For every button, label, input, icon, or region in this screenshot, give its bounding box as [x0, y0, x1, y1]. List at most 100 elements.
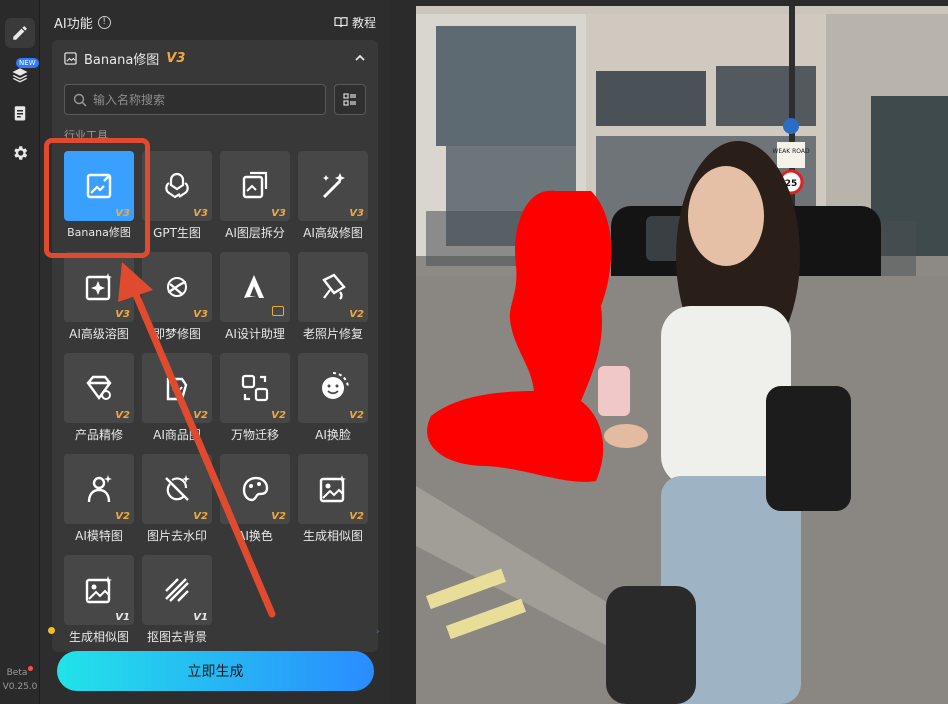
search-row [64, 84, 366, 115]
beta-dot [28, 666, 34, 671]
banana-section: Banana修图 V3 行业工具 V3Banana修图V3GPT生图V3AI图层… [52, 40, 378, 652]
gpt-knot-icon [165, 172, 189, 199]
image-canvas[interactable]: WEAK ROAD 25 [416, 6, 948, 704]
tool-item[interactable]: V3 AI高级溶图 [64, 252, 134, 348]
tutorial-link[interactable]: 教程 [334, 14, 376, 31]
panel-header: AI功能 ! 教程 [54, 12, 376, 32]
tool-tile[interactable]: V3 [142, 252, 212, 322]
app-window: NEW Beta V0.25.0 AI功能 ! 教程 Banana修图 V3 输… [0, 0, 948, 704]
tool-label: 图片去水印 [146, 529, 207, 543]
tool-label: 万物迁移 [230, 428, 279, 442]
tool-tile[interactable]: V2 [142, 454, 212, 524]
version-badge: V2 [115, 511, 130, 522]
settings-button[interactable] [5, 138, 35, 168]
panel-divider [390, 0, 416, 704]
new-badge: NEW [16, 58, 39, 68]
section-title-text: Banana修图 [84, 52, 160, 68]
gear-icon [14, 146, 28, 160]
tool-item[interactable]: V2 AI商品图 [142, 353, 212, 449]
tool-tile[interactable] [220, 252, 290, 322]
tool-tile[interactable]: V1 [64, 555, 134, 625]
history-button[interactable] [5, 98, 35, 128]
version-badge: V3 [193, 208, 208, 219]
tool-item[interactable]: V2 AI换色 [220, 454, 290, 550]
model-icon [87, 475, 112, 503]
scroll-indicator: › [376, 627, 380, 637]
magic-wand-icon [322, 173, 345, 199]
tool-tile[interactable]: V3 [220, 151, 290, 221]
generate-button[interactable]: 立即生成 [57, 651, 374, 691]
crown-icon [272, 306, 284, 316]
tool-item[interactable]: V1 生成相似图 [64, 555, 134, 651]
version-badge: V2 [193, 410, 208, 421]
version-badge: V2 [349, 511, 364, 522]
tool-item[interactable]: V2 老照片修复 [298, 252, 368, 348]
tool-label: AI高级修图 [303, 226, 363, 240]
tool-tile[interactable]: V3 [298, 151, 368, 221]
transfer-icon [241, 374, 269, 402]
tool-item[interactable]: V2 AI换脸 [298, 353, 368, 449]
panel-title-text: AI功能 [54, 16, 93, 32]
version-badge: V2 [271, 511, 286, 522]
tool-tile[interactable]: V1 [142, 555, 212, 625]
tool-tile[interactable]: V3 [64, 252, 134, 322]
version-badge: V3 [193, 309, 208, 320]
tool-tile[interactable]: V2 [298, 353, 368, 423]
tool-label: AI换色 [237, 529, 273, 543]
list-view-button[interactable] [334, 84, 366, 115]
tool-item[interactable]: V2 AI模特图 [64, 454, 134, 550]
tool-item[interactable]: V1 抠图去背景 [142, 555, 212, 651]
tool-tile[interactable]: V2 [142, 353, 212, 423]
tool-item[interactable]: V3 AI图层拆分 [220, 151, 290, 247]
left-rail: NEW Beta V0.25.0 [0, 0, 40, 704]
layer-split-icon [242, 171, 268, 199]
section-header[interactable]: Banana修图 V3 [52, 40, 378, 76]
version-badge: V2 [193, 511, 208, 522]
tool-label: AI商品图 [153, 428, 201, 442]
tool-label: 生成相似图 [302, 529, 363, 543]
search-input[interactable] [93, 92, 313, 107]
tool-label: AI图层拆分 [225, 226, 285, 240]
info-icon[interactable]: ! [97, 15, 111, 29]
search-box[interactable] [64, 84, 326, 115]
similar-image-icon [85, 576, 112, 604]
version-badge: V2 [271, 410, 286, 421]
tool-tile[interactable]: V2 [298, 454, 368, 524]
remove-bg-icon [165, 578, 189, 602]
tool-label: AI设计助理 [225, 327, 285, 341]
recolor-icon [242, 476, 269, 502]
tool-label: 产品精修 [74, 428, 123, 442]
tool-item[interactable]: V2 万物迁移 [220, 353, 290, 449]
tool-item[interactable]: V2 生成相似图 [298, 454, 368, 550]
tool-item[interactable]: V2 产品精修 [64, 353, 134, 449]
tool-item[interactable]: V2 图片去水印 [142, 454, 212, 550]
beta-text: Beta [6, 668, 28, 678]
tool-tile[interactable]: V2 [298, 252, 368, 322]
section-version-badge: V3 [166, 50, 186, 66]
tool-label: 抠图去背景 [146, 630, 207, 644]
street-photo: WEAK ROAD 25 [416, 6, 948, 704]
panel-title: AI功能 ! [54, 13, 111, 32]
version-badge: V3 [349, 208, 364, 219]
edit-pen-button[interactable] [5, 18, 35, 48]
chevron-up-icon[interactable] [354, 52, 366, 64]
tutorial-text: 教程 [351, 15, 376, 30]
tool-label: 老照片修复 [302, 327, 363, 341]
tool-tile[interactable]: V2 [64, 454, 134, 524]
search-icon [73, 93, 87, 106]
selection-highlight [44, 138, 150, 258]
version-badge: V3 [271, 208, 286, 219]
tool-tile[interactable]: V2 [220, 353, 290, 423]
tool-item[interactable]: V3 即梦修图 [142, 252, 212, 348]
tool-label: 生成相似图 [68, 630, 129, 644]
design-a-icon [244, 275, 264, 298]
face-swap-icon [322, 372, 349, 399]
tool-tile[interactable]: V2 [220, 454, 290, 524]
tool-item[interactable]: AI设计助理 [220, 252, 290, 348]
book-icon [334, 17, 348, 28]
tool-tile[interactable]: V3 [142, 151, 212, 221]
old-photo-icon [322, 273, 346, 300]
tool-item[interactable]: V3 GPT生图 [142, 151, 212, 247]
tool-item[interactable]: V3 AI高级修图 [298, 151, 368, 247]
tool-tile[interactable]: V2 [64, 353, 134, 423]
